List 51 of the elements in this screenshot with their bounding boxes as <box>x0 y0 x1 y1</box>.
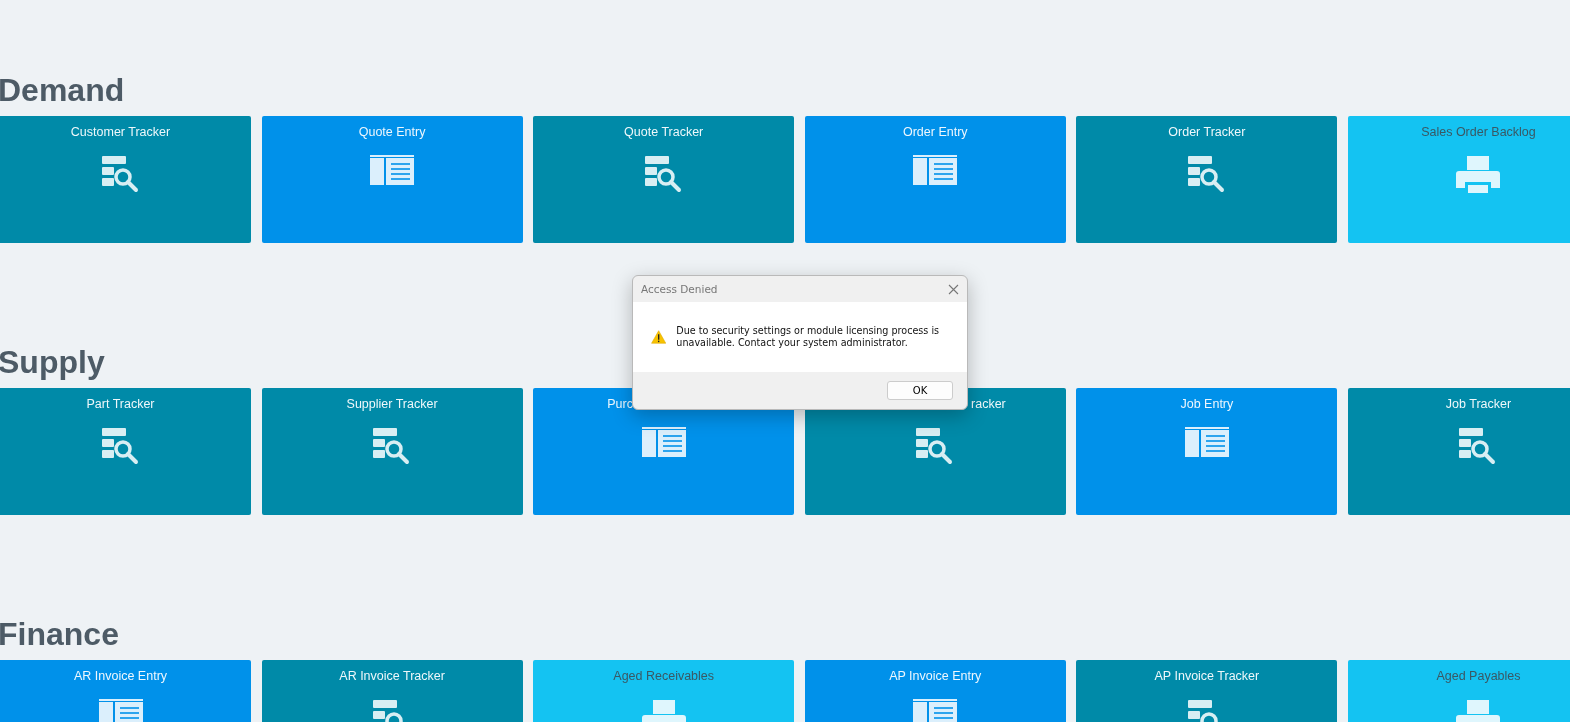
module-tile[interactable]: Aged Receivables <box>533 660 795 722</box>
module-tile[interactable]: Supplier Tracker <box>261 388 523 515</box>
tile-label: AP Invoice Entry <box>888 669 983 683</box>
form-icon <box>370 155 415 185</box>
tile-label: Part Tracker <box>85 397 156 411</box>
module-tile[interactable]: Part Tracker <box>0 388 251 515</box>
list-search-icon <box>1186 155 1227 193</box>
tile-label: Supplier Tracker <box>345 397 439 411</box>
ok-button[interactable]: OK <box>887 381 953 400</box>
module-tile[interactable]: Quote Tracker <box>533 116 795 243</box>
module-tile[interactable]: Quote Entry <box>261 116 523 243</box>
tile-label: AP Invoice Tracker <box>1153 669 1261 683</box>
tile-label: Sales Order Backlog <box>1420 125 1537 139</box>
form-icon <box>1184 427 1229 457</box>
module-tile[interactable]: AR Invoice Entry <box>0 660 251 722</box>
form-icon <box>98 699 143 722</box>
tile-label: Order Tracker <box>1167 125 1247 139</box>
module-tile[interactable]: Job Tracker <box>1347 388 1570 515</box>
tile-label: Job Tracker <box>1444 397 1513 411</box>
close-icon[interactable] <box>948 283 959 295</box>
printer-icon <box>1455 155 1502 195</box>
section-heading: Demand <box>0 71 125 110</box>
dialog-message: Due to security settings or module licensing process is unavailable. Contact your system administrator. <box>676 325 941 349</box>
module-tile[interactable]: Job Entry <box>1076 388 1338 515</box>
tile-label: AR Invoice Tracker <box>338 669 446 683</box>
tile-label: racker <box>970 397 1007 411</box>
section-heading: Finance <box>0 615 119 654</box>
module-tile[interactable]: AP Invoice Entry <box>804 660 1066 722</box>
tile-label: Aged Payables <box>1435 669 1522 683</box>
module-tile[interactable]: Order Tracker <box>1076 116 1338 243</box>
module-tile[interactable]: AR Invoice Tracker <box>261 660 523 722</box>
form-icon <box>641 427 686 457</box>
module-tile[interactable]: AP Invoice Tracker <box>1076 660 1338 722</box>
tile-label: AR Invoice Entry <box>72 669 169 683</box>
tile-label: Quote Entry <box>357 125 427 139</box>
module-tile[interactable]: Aged Payables <box>1347 660 1570 722</box>
form-icon <box>913 699 958 722</box>
list-search-icon <box>100 427 141 465</box>
dialog-title: Access Denied <box>641 283 718 295</box>
tile-label: Quote Tracker <box>623 125 705 139</box>
module-tile[interactable]: Sales Order Backlog <box>1347 116 1570 243</box>
tile-label: Aged Receivables <box>612 669 716 683</box>
form-icon <box>913 155 958 185</box>
module-tile[interactable]: Order Entry <box>804 116 1066 243</box>
module-tile[interactable]: Customer Tracker <box>0 116 251 243</box>
tile-label: Customer Tracker <box>69 125 172 139</box>
tile-label: Order Entry <box>901 125 969 139</box>
tile-label: Purc <box>606 397 634 411</box>
tile-label: Job Entry <box>1179 397 1235 411</box>
list-search-icon <box>643 155 684 193</box>
list-search-icon <box>100 155 141 193</box>
